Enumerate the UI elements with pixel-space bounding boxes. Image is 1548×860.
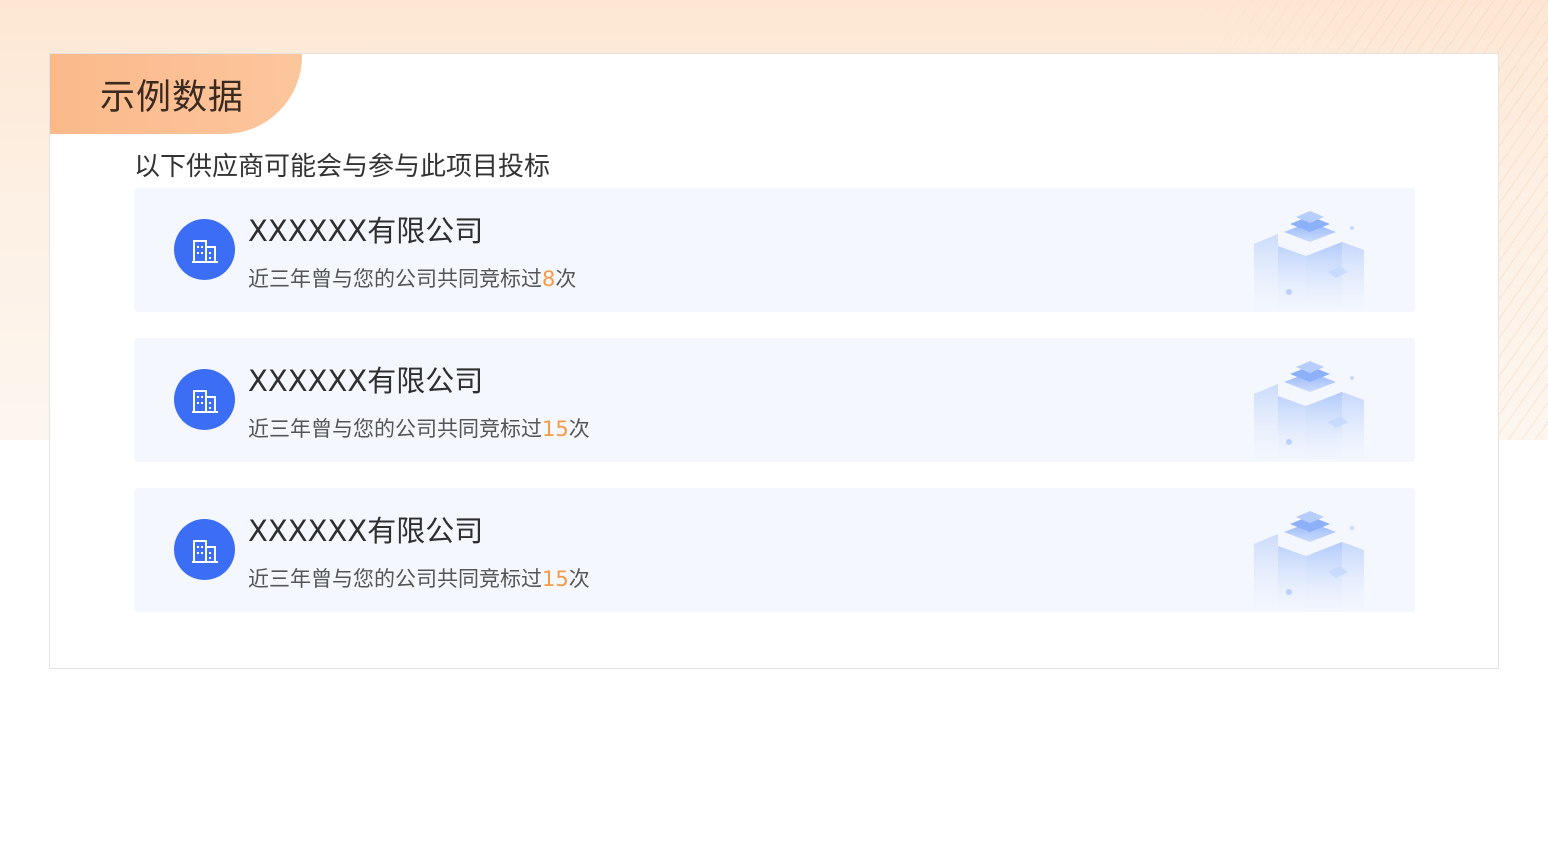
supplier-card[interactable]: XXXXXX有限公司 近三年曾与您的公司共同竞标过15次 [134,338,1415,462]
building-illustration-icon [1254,511,1364,610]
sample-data-panel: 示例数据 以下供应商可能会与参与此项目投标 XXXXXX有限公司 近三年曾与您的… [49,53,1499,669]
bid-count: 8 [542,267,556,291]
avatar [174,219,235,280]
supplier-card[interactable]: XXXXXX有限公司 近三年曾与您的公司共同竞标过8次 [134,188,1415,312]
supplier-description: 近三年曾与您的公司共同竞标过8次 [248,263,576,293]
description-suffix: 次 [568,417,590,441]
description-text: 近三年曾与您的公司共同竞标过 [248,567,542,591]
building-icon [191,539,218,563]
avatar [174,519,235,580]
supplier-description: 近三年曾与您的公司共同竞标过15次 [248,413,590,443]
building-illustration-icon [1254,361,1364,460]
avatar [174,369,235,430]
description-text: 近三年曾与您的公司共同竞标过 [248,417,542,441]
panel-tag: 示例数据 [50,54,302,134]
supplier-name: XXXXXX有限公司 [248,514,484,548]
supplier-list: XXXXXX有限公司 近三年曾与您的公司共同竞标过8次 XXXXXX有限公司 近… [134,188,1415,638]
building-illustration-icon [1254,211,1364,310]
description-suffix: 次 [568,567,590,591]
building-icon [191,389,218,413]
supplier-name: XXXXXX有限公司 [248,364,484,398]
supplier-description: 近三年曾与您的公司共同竞标过15次 [248,563,590,593]
panel-subtitle: 以下供应商可能会与参与此项目投标 [134,152,551,182]
supplier-card[interactable]: XXXXXX有限公司 近三年曾与您的公司共同竞标过15次 [134,488,1415,612]
description-suffix: 次 [555,267,577,291]
building-icon [191,239,218,263]
bid-count: 15 [542,417,569,441]
description-text: 近三年曾与您的公司共同竞标过 [248,267,542,291]
supplier-name: XXXXXX有限公司 [248,214,484,248]
panel-tag-label: 示例数据 [100,77,245,118]
bid-count: 15 [542,567,569,591]
